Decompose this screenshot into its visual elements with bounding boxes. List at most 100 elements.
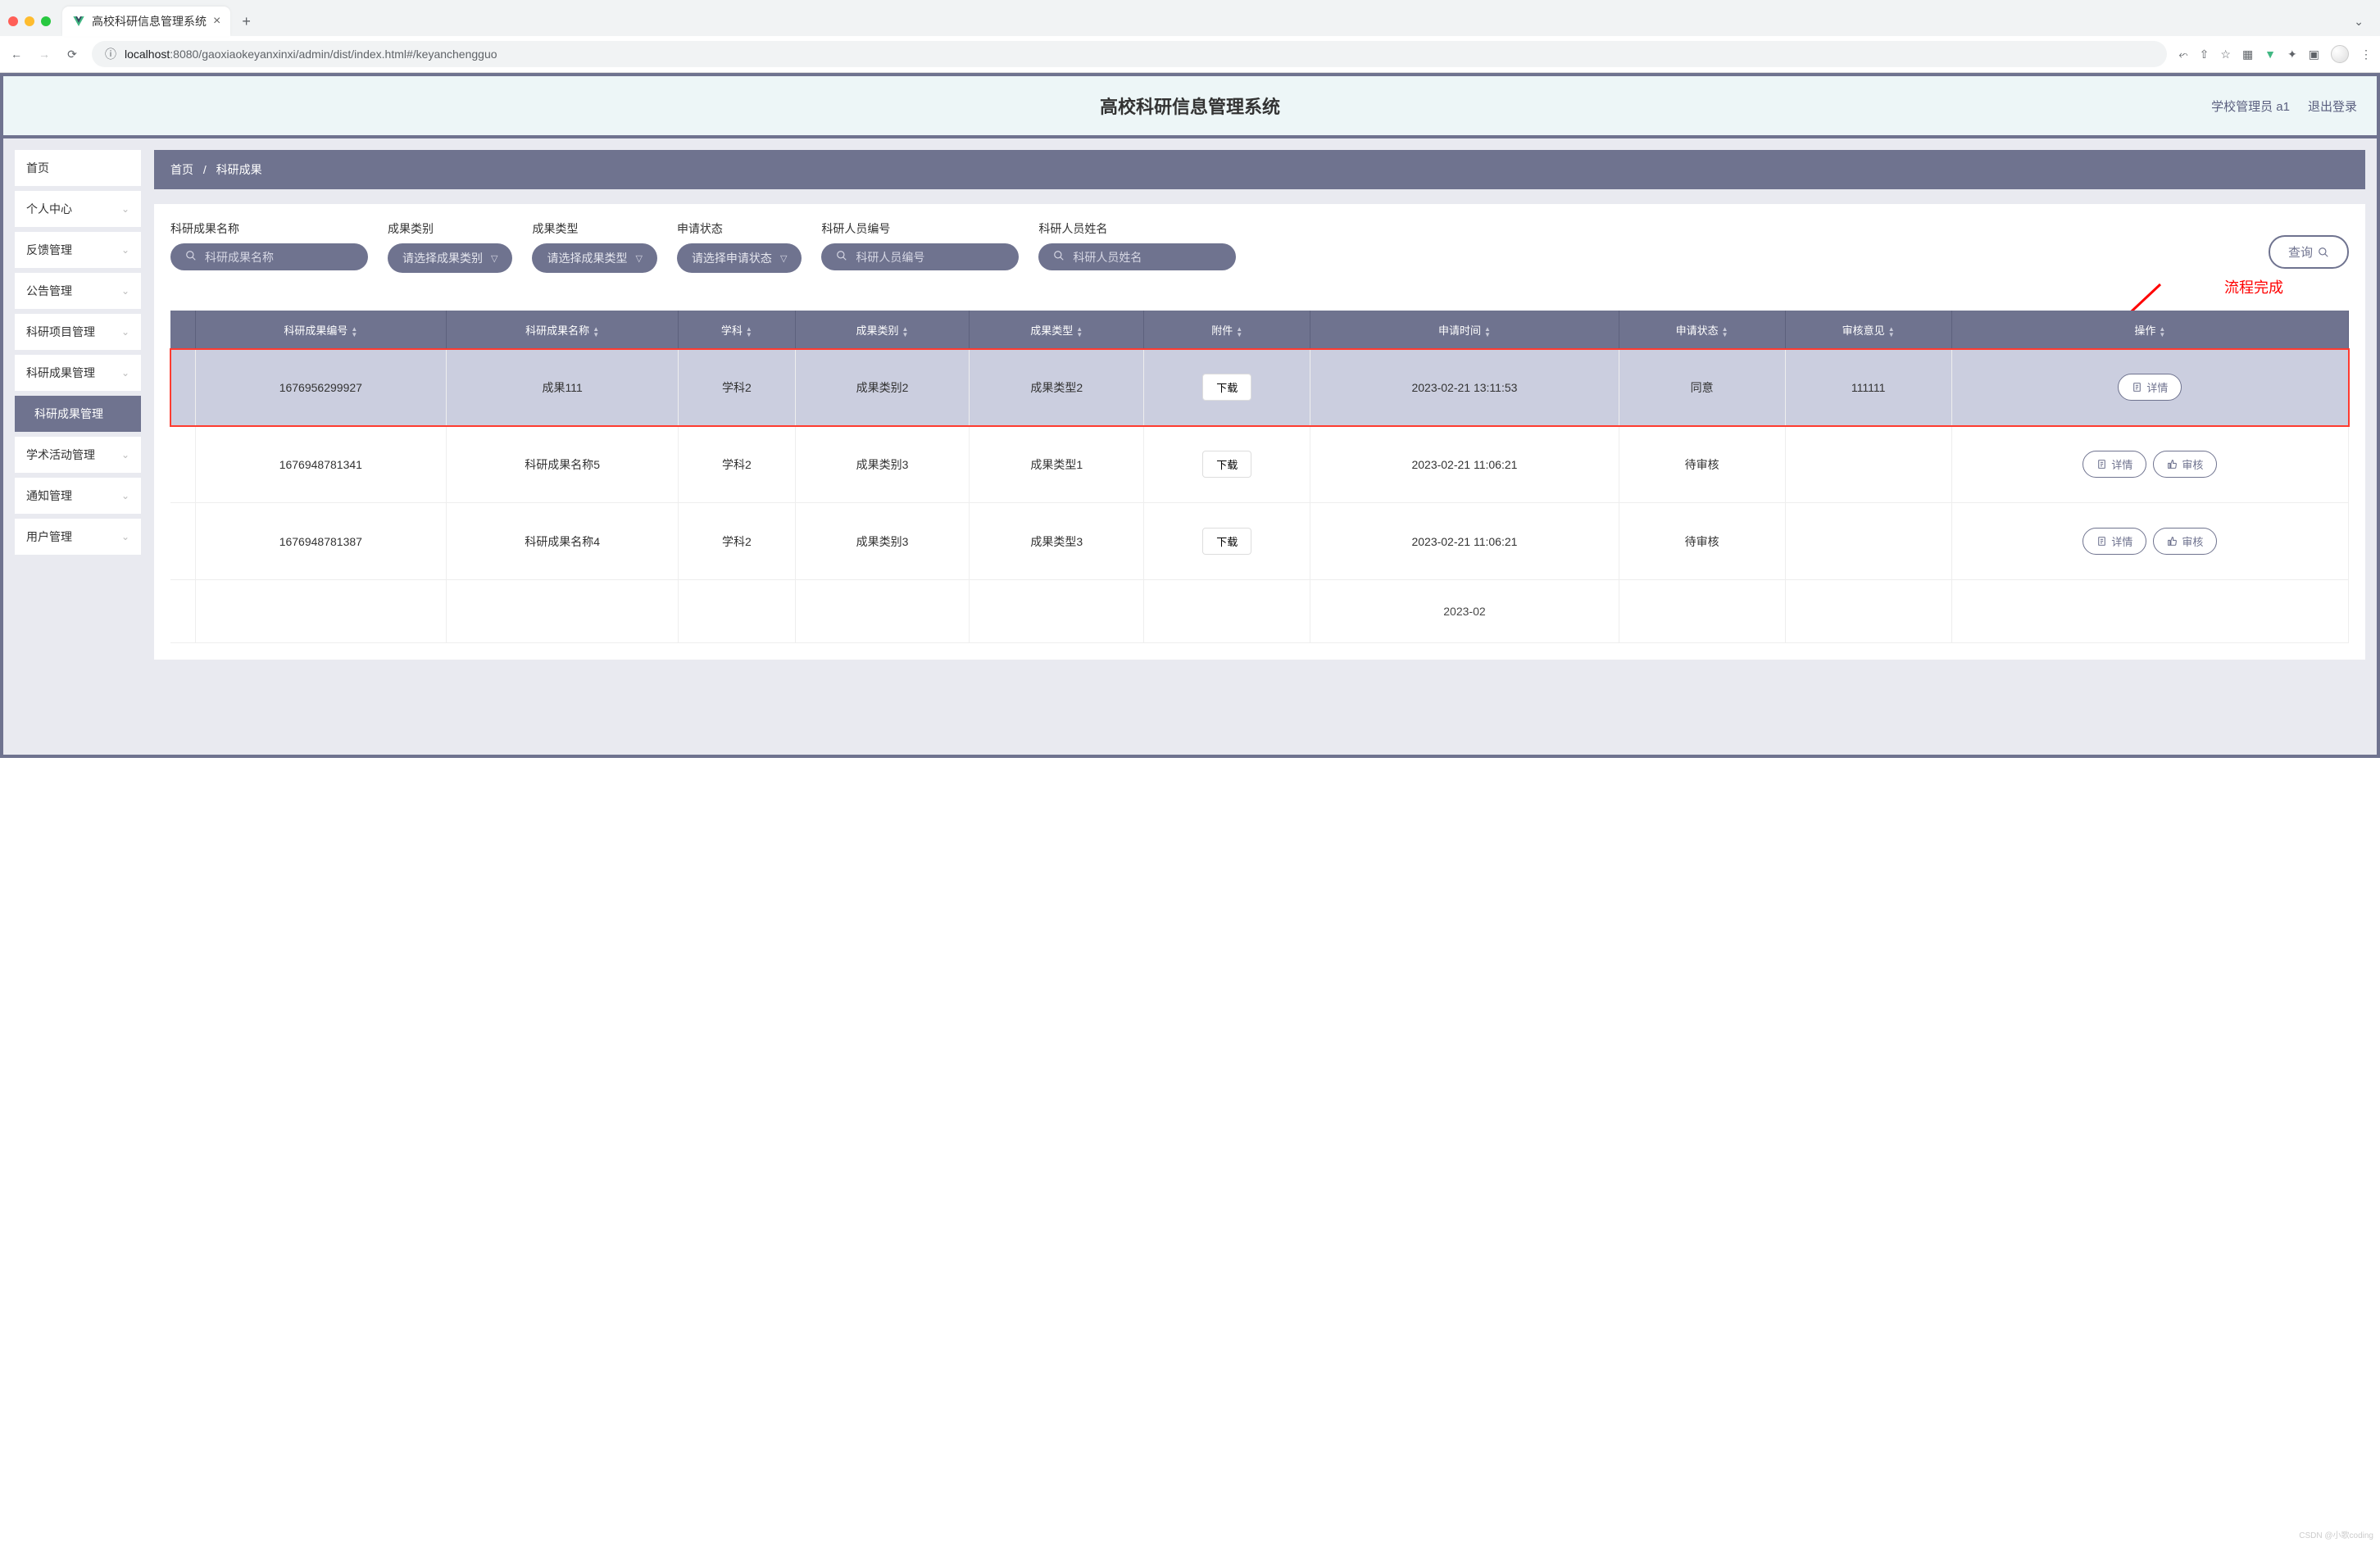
- cell-status: 待审核: [1619, 503, 1785, 580]
- column-header[interactable]: 成果类型▲▼: [970, 311, 1144, 349]
- panel-icon[interactable]: ▣: [2309, 48, 2319, 61]
- column-header[interactable]: 附件▲▼: [1144, 311, 1310, 349]
- menu-icon[interactable]: ⋮: [2360, 48, 2372, 61]
- column-header[interactable]: 操作▲▼: [1951, 311, 2348, 349]
- maximize-window-icon[interactable]: [41, 16, 51, 26]
- back-button[interactable]: ←: [8, 46, 25, 62]
- download-button[interactable]: 下载: [1202, 451, 1251, 478]
- close-window-icon[interactable]: [8, 16, 18, 26]
- cell-actions: 详情 审核: [1951, 426, 2348, 503]
- download-button[interactable]: 下载: [1202, 374, 1251, 401]
- sidebar-item[interactable]: 科研成果管理: [15, 396, 141, 432]
- browser-chrome: 高校科研信息管理系统 × + ⌄ ← → ⟳ ⓘ localhost:8080/…: [0, 0, 2380, 73]
- row-checkbox[interactable]: [170, 349, 195, 426]
- column-header[interactable]: 科研成果编号▲▼: [195, 311, 447, 349]
- row-checkbox[interactable]: [170, 580, 195, 643]
- annotation: 流程完成: [170, 273, 2349, 311]
- search-icon: [2318, 247, 2329, 258]
- sidebar-item[interactable]: 学术活动管理⌄: [15, 437, 141, 473]
- chevron-down-icon: ⌄: [121, 490, 129, 501]
- breadcrumb-home[interactable]: 首页: [170, 163, 193, 176]
- cell-type: [970, 580, 1144, 643]
- select-all-column[interactable]: [170, 311, 195, 349]
- cell-attachment: 下载: [1144, 426, 1310, 503]
- filter-status-select[interactable]: 请选择申请状态 ▽: [677, 243, 802, 273]
- reload-button[interactable]: ⟳: [64, 46, 80, 62]
- column-header[interactable]: 审核意见▲▼: [1785, 311, 1951, 349]
- new-tab-button[interactable]: +: [237, 13, 256, 30]
- chevron-down-icon: ⌄: [121, 285, 129, 297]
- cell-category: 成果类别2: [795, 349, 970, 426]
- column-header[interactable]: 学科▲▼: [679, 311, 795, 349]
- filter-name-input[interactable]: [205, 251, 353, 264]
- sidebar-item[interactable]: 反馈管理 ⌄: [15, 232, 141, 268]
- minimize-window-icon[interactable]: [25, 16, 34, 26]
- extensions-icon[interactable]: ✦: [2287, 48, 2297, 61]
- cell-type: 成果类型3: [970, 503, 1144, 580]
- share-icon[interactable]: ⇧: [2200, 48, 2210, 61]
- cell-status: [1619, 580, 1785, 643]
- sidebar-item-label: 反馈管理: [26, 242, 72, 258]
- detail-button[interactable]: 详情: [2118, 374, 2182, 401]
- sidebar-item[interactable]: 通知管理⌄: [15, 478, 141, 514]
- row-checkbox[interactable]: [170, 426, 195, 503]
- column-header[interactable]: 成果类别▲▼: [795, 311, 970, 349]
- cell-category: 成果类别3: [795, 426, 970, 503]
- key-icon[interactable]: ⬿: [2178, 48, 2187, 61]
- forward-button[interactable]: →: [36, 46, 52, 62]
- bookmark-icon[interactable]: ☆: [2220, 48, 2231, 61]
- sidebar-item[interactable]: 科研成果管理⌄: [15, 355, 141, 391]
- filter-type-select[interactable]: 请选择成果类型 ▽: [532, 243, 656, 273]
- chevron-down-icon: ⌄: [121, 244, 129, 256]
- address-bar[interactable]: ⓘ localhost:8080/gaoxiaokeyanxinxi/admin…: [92, 41, 2167, 67]
- watermark: CSDN @小歌coding: [2299, 1528, 2373, 1540]
- audit-button[interactable]: 审核: [2153, 528, 2217, 555]
- sidebar-item-label: 首页: [26, 160, 49, 176]
- extension-icon[interactable]: ▦: [2242, 48, 2253, 61]
- chevron-down-icon[interactable]: ⌄: [2354, 15, 2372, 29]
- breadcrumb-separator: /: [203, 163, 207, 176]
- detail-button[interactable]: 详情: [2082, 451, 2146, 478]
- window-controls[interactable]: [8, 16, 56, 26]
- browser-tab[interactable]: 高校科研信息管理系统 ×: [62, 7, 230, 36]
- sidebar-item[interactable]: 公告管理⌄: [15, 273, 141, 309]
- close-tab-icon[interactable]: ×: [213, 14, 220, 29]
- column-header[interactable]: 科研成果名称▲▼: [447, 311, 679, 349]
- url-host: localhost: [125, 48, 170, 61]
- cell-subject: 学科2: [679, 503, 795, 580]
- audit-button[interactable]: 审核: [2153, 451, 2217, 478]
- query-button[interactable]: 查询: [2269, 235, 2349, 269]
- filter-staff-name-input[interactable]: [1073, 251, 1221, 264]
- filter-category-select[interactable]: 请选择成果类别 ▽: [388, 243, 512, 273]
- cell-time: 2023-02: [1310, 580, 1619, 643]
- sort-icon: ▲▼: [902, 326, 909, 338]
- detail-button[interactable]: 详情: [2082, 528, 2146, 555]
- cell-time: 2023-02-21 11:06:21: [1310, 426, 1619, 503]
- sidebar-item-label: 个人中心: [26, 201, 72, 217]
- column-header[interactable]: 申请时间▲▼: [1310, 311, 1619, 349]
- filter-category: 成果类别 请选择成果类别 ▽: [388, 220, 512, 273]
- cell-id: 1676948781387: [195, 503, 447, 580]
- breadcrumb-current: 科研成果: [216, 163, 262, 176]
- app: 高校科研信息管理系统 学校管理员 a1 退出登录 首页个人中心⌄反馈管理⌄公告管…: [0, 73, 2380, 758]
- download-button[interactable]: 下载: [1202, 528, 1251, 555]
- sidebar-item[interactable]: 个人中心⌄: [15, 191, 141, 227]
- chevron-down-icon: ▽: [491, 253, 497, 264]
- vue-devtools-icon[interactable]: ▼: [2264, 48, 2276, 61]
- cell-subject: 学科2: [679, 426, 795, 503]
- cell-category: 成果类别3: [795, 503, 970, 580]
- sidebar-item[interactable]: 用户管理⌄: [15, 519, 141, 555]
- row-checkbox[interactable]: [170, 503, 195, 580]
- cell-attachment: 下载: [1144, 503, 1310, 580]
- cell-type: 成果类型2: [970, 349, 1144, 426]
- sidebar-item[interactable]: 首页: [15, 150, 141, 186]
- profile-avatar[interactable]: [2331, 45, 2349, 63]
- logout-link[interactable]: 退出登录: [2308, 98, 2357, 115]
- cell-type: 成果类型1: [970, 426, 1144, 503]
- sidebar-item[interactable]: 科研项目管理⌄: [15, 314, 141, 350]
- cell-name: 科研成果名称5: [447, 426, 679, 503]
- current-user[interactable]: 学校管理员 a1: [2211, 98, 2290, 115]
- cell-name: 成果111: [447, 349, 679, 426]
- filter-staff-id-input[interactable]: [856, 251, 1004, 264]
- column-header[interactable]: 申请状态▲▼: [1619, 311, 1785, 349]
